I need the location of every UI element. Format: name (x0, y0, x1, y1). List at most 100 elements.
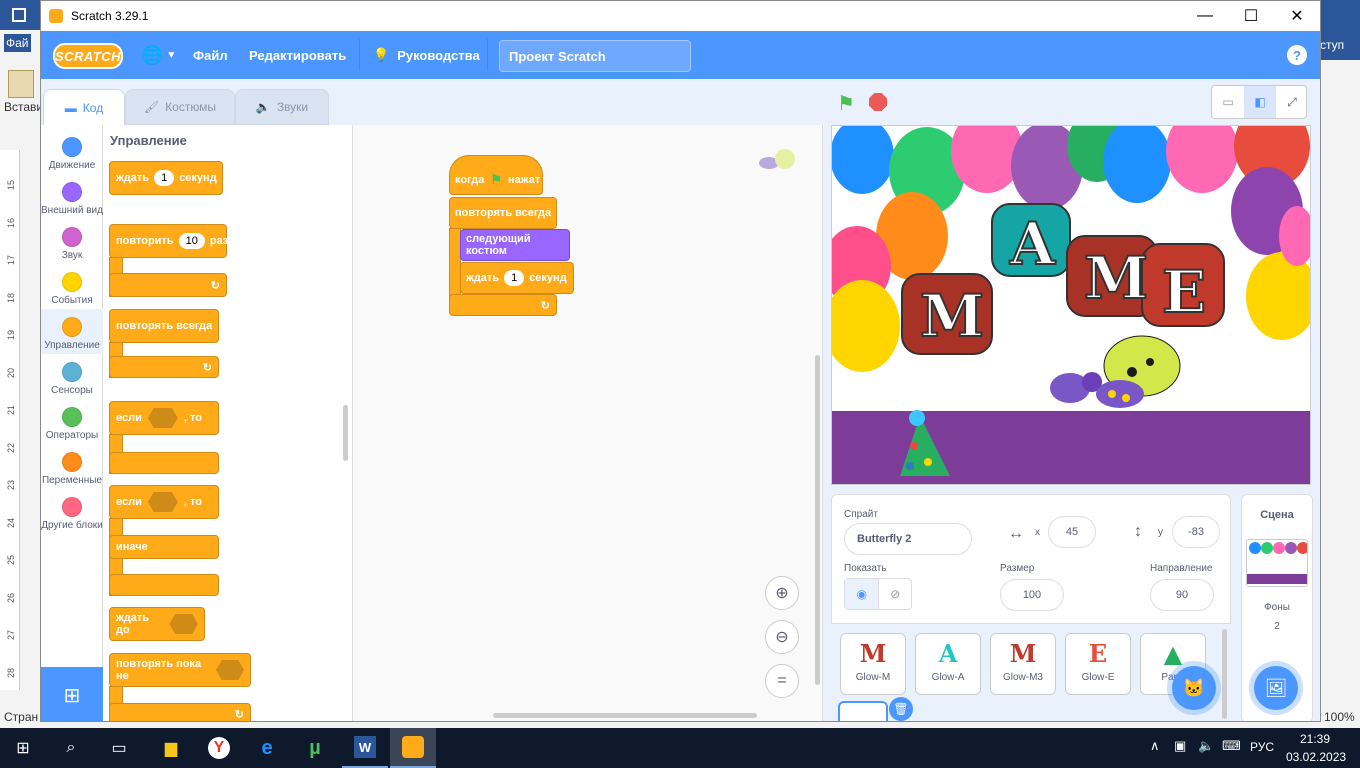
save-icon[interactable] (12, 8, 26, 22)
scratch-taskbar-button[interactable] (390, 728, 436, 768)
close-button[interactable]: ✕ (1274, 1, 1320, 31)
maximize-button[interactable]: ☐ (1228, 1, 1274, 31)
edit-menu[interactable]: Редактировать (249, 31, 346, 79)
scratch-logo[interactable]: SCRATCH (53, 43, 123, 69)
add-extension-button[interactable]: ⊞ (41, 667, 103, 721)
block-wait[interactable]: ждать 1 секунд (109, 161, 223, 195)
boolean-slot[interactable] (147, 408, 178, 428)
edge-button[interactable]: e (244, 728, 290, 768)
palette-scrollbar[interactable] (343, 405, 348, 461)
delete-sprite-button[interactable]: 🗑 (889, 697, 913, 721)
boolean-slot[interactable] (169, 614, 198, 634)
zoom-reset-button[interactable]: = (765, 664, 799, 698)
category-item[interactable]: Движение (41, 129, 103, 174)
x-input[interactable]: 45 (1048, 516, 1096, 548)
boolean-slot[interactable] (216, 660, 244, 680)
volume-icon[interactable]: 🔈 (1198, 738, 1214, 754)
script-area[interactable]: когда ⚑ нажат повторять всегда следующий к… (353, 125, 823, 721)
y-input[interactable]: -83 (1172, 516, 1220, 548)
file-explorer-button[interactable]: ▆ (148, 728, 194, 768)
category-item[interactable]: Сенсоры (41, 354, 103, 399)
tab-sounds[interactable]: 🔈 Звуки (235, 89, 329, 125)
block-text: когда (455, 174, 485, 186)
block-input[interactable]: 10 (178, 233, 205, 249)
tutorials-menu[interactable]: 💡 Руководства (373, 31, 480, 79)
show-button[interactable]: ◉ (845, 579, 879, 609)
block-text: следующий костюм (466, 233, 531, 257)
zoom-out-button[interactable]: ⊖ (765, 620, 799, 654)
language-indicator[interactable]: РУС (1250, 740, 1274, 754)
category-item[interactable]: Звук (41, 219, 103, 264)
block-when-flag-clicked[interactable]: когда ⚑ нажат (449, 155, 543, 195)
category-item[interactable]: Внешний вид (41, 174, 103, 219)
large-stage-button[interactable]: ◧ (1244, 86, 1276, 118)
block-text: иначе (116, 541, 148, 553)
add-backdrop-button[interactable]: 🖼 (1254, 666, 1298, 710)
zoom-in-button[interactable]: ⊕ (765, 576, 799, 610)
block-repeat-until[interactable]: повторять пока не (109, 653, 251, 687)
word-share-menu[interactable]: ступ (1320, 30, 1360, 60)
language-menu[interactable]: 🌐 ▼ (141, 31, 176, 79)
block-wait-until[interactable]: ждать до (109, 607, 205, 641)
block-forever[interactable]: повторять всегда (109, 309, 219, 343)
sprite-thumb[interactable]: M Glow-M (840, 633, 906, 695)
block-wait[interactable]: ждать 1 секунд (460, 262, 574, 294)
word-button[interactable]: W (342, 728, 388, 768)
boolean-slot[interactable] (147, 492, 178, 512)
file-menu[interactable]: Файл (193, 31, 228, 79)
block-forever[interactable]: повторять всегда (449, 197, 557, 229)
small-stage-button[interactable]: ▭ (1212, 86, 1244, 118)
sprite-thumb[interactable]: M Glow-M3 (990, 633, 1056, 695)
sprite-thumb[interactable]: A Glow-A (915, 633, 981, 695)
category-item[interactable]: Другие блоки (41, 489, 103, 539)
minimize-button[interactable]: — (1182, 1, 1228, 31)
keyboard-icon[interactable]: ⌨ (1222, 738, 1241, 754)
sprite-list-scrollbar[interactable] (1222, 629, 1227, 719)
green-flag-button[interactable]: ⚑ (837, 91, 855, 116)
chevron-up-icon[interactable]: ∧ (1150, 738, 1160, 754)
block-next-costume[interactable]: следующий костюм (460, 229, 570, 261)
size-input[interactable]: 100 (1000, 579, 1064, 611)
script-vscrollbar[interactable] (815, 355, 820, 685)
network-icon[interactable]: ▣ (1174, 738, 1186, 754)
block-repeat[interactable]: повторить 10 раз (109, 224, 228, 258)
task-view-button[interactable]: ▭ (96, 728, 142, 768)
yandex-browser-button[interactable]: Y (196, 728, 242, 768)
project-title-input[interactable]: Проект Scratch (499, 40, 691, 72)
word-file-menu[interactable]: Фай (4, 34, 31, 52)
tab-code[interactable]: ▬ Код (43, 89, 125, 125)
direction-input[interactable]: 90 (1150, 579, 1214, 611)
fullscreen-button[interactable]: ⤢ (1276, 86, 1308, 118)
utorrent-button[interactable]: µ (292, 728, 338, 768)
stage-canvas[interactable]: M A M E (831, 125, 1311, 485)
script-hscrollbar[interactable] (493, 713, 757, 718)
block-if-else[interactable]: если , то (109, 485, 219, 519)
block-if-end (109, 452, 219, 474)
paste-icon[interactable] (8, 70, 34, 98)
stop-button[interactable] (869, 93, 887, 111)
speaker-icon: 🔈 (255, 100, 271, 114)
ruler-tick: 24 (6, 517, 17, 528)
windows-start-button[interactable]: ⊞ (0, 728, 46, 768)
category-item[interactable]: События (41, 264, 103, 309)
ruler-tick: 16 (6, 217, 17, 228)
help-icon[interactable]: ? (1287, 45, 1307, 65)
sprite-name-input[interactable]: Butterfly 2 (844, 523, 972, 555)
block-input[interactable]: 1 (154, 170, 175, 186)
add-sprite-button[interactable]: 🐱 (1172, 666, 1216, 710)
block-input[interactable]: 1 (504, 270, 525, 286)
category-item[interactable]: Управление (41, 309, 103, 354)
clock-time[interactable]: 21:39 (1286, 732, 1344, 746)
hide-button[interactable]: ⊘ (878, 579, 911, 609)
selected-sprite-thumb[interactable] (838, 701, 888, 721)
block-if[interactable]: если , то (109, 401, 219, 435)
category-item[interactable]: Операторы (41, 399, 103, 444)
sprite-thumb[interactable]: E Glow-E (1065, 633, 1131, 695)
stage-thumbnail[interactable] (1246, 539, 1308, 587)
category-item[interactable]: Переменные (41, 444, 103, 489)
clock-date[interactable]: 03.02.2023 (1286, 750, 1346, 764)
word-zoom-level[interactable]: 100% (1322, 706, 1360, 728)
word-status-left: Стран (0, 706, 40, 728)
search-button[interactable]: ⌕ (48, 728, 94, 768)
tab-costumes[interactable]: 🖌 Костюмы (125, 89, 235, 125)
